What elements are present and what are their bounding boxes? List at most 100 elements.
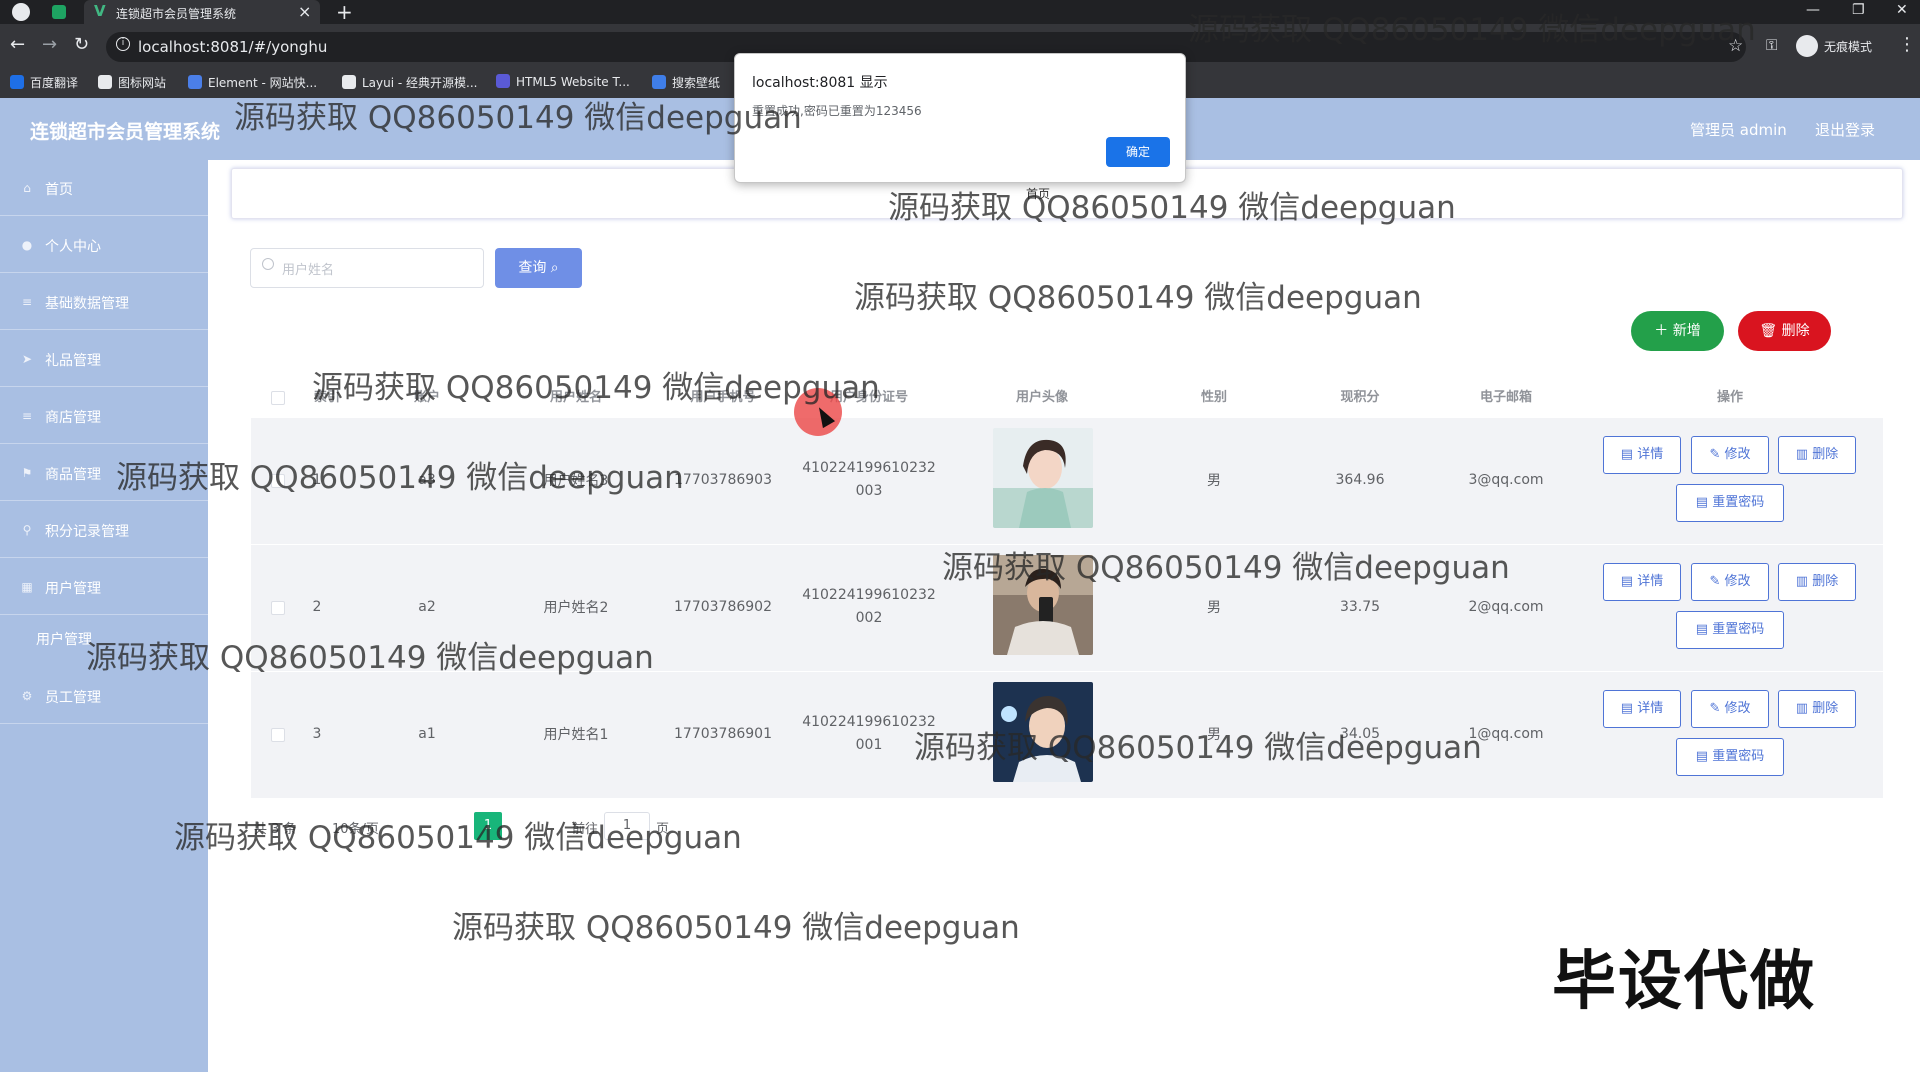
- sidebar-subitem-users[interactable]: 用户管理: [36, 629, 92, 649]
- cell-gender: 男: [1207, 600, 1221, 616]
- sidebar-item-label: 用户管理: [45, 581, 101, 597]
- column-header: 性别: [1200, 390, 1228, 405]
- bookmark-favicon-icon: [10, 75, 24, 89]
- cell-name: 用户姓名1: [543, 727, 609, 743]
- cell-gender: 男: [1207, 473, 1221, 489]
- reload-icon[interactable]: ↻: [74, 34, 89, 55]
- tab-close-icon[interactable]: ×: [298, 2, 311, 21]
- minimize-icon[interactable]: —: [1806, 2, 1820, 18]
- restore-icon[interactable]: ❐: [1852, 2, 1865, 18]
- incognito-label: 无痕模式: [1824, 40, 1873, 54]
- select-all-checkbox[interactable]: [271, 391, 285, 405]
- delete-button[interactable]: ▥ 删除: [1778, 690, 1856, 728]
- window-close-icon[interactable]: ✕: [1896, 2, 1908, 18]
- detail-button[interactable]: ▤ 详情: [1603, 563, 1681, 601]
- bookmark-favicon-icon: [98, 75, 112, 89]
- url-text[interactable]: localhost:8081/#/yonghu: [138, 38, 327, 56]
- sidebar-item-label: 基础数据管理: [45, 296, 129, 312]
- edit-button[interactable]: ✎ 修改: [1691, 690, 1769, 728]
- column-header: 电子邮箱: [1479, 390, 1533, 405]
- reset-password-button[interactable]: ▤ 重置密码: [1676, 611, 1784, 649]
- document-icon: ▤: [1620, 701, 1634, 716]
- batch-delete-button[interactable]: 🗑 删除: [1738, 311, 1831, 351]
- sidebar-item-users[interactable]: ▦ 用户管理: [0, 559, 208, 615]
- browser-app-icon[interactable]: [12, 3, 30, 21]
- cell-email: 2@qq.com: [1468, 599, 1544, 615]
- query-button[interactable]: 查询 ⌕: [495, 248, 582, 288]
- column-header: 用户头像: [1015, 390, 1069, 405]
- sidebar-item-label: 商品管理: [45, 467, 101, 483]
- watermark: 源码获取 QQ86050149 微信deepguan: [452, 910, 1020, 946]
- cell-account: a2: [418, 599, 436, 615]
- bookmark-favicon-icon: [496, 74, 510, 88]
- cell-index: 2: [312, 599, 322, 615]
- detail-button[interactable]: ▤ 详情: [1603, 690, 1681, 728]
- incognito-icon[interactable]: [1796, 35, 1818, 57]
- alert-title: localhost:8081 显示: [752, 75, 888, 91]
- sidebar-item-profile[interactable]: ● 个人中心: [0, 217, 208, 273]
- new-tab-icon[interactable]: +: [336, 0, 353, 24]
- watermark: 源码获取 QQ86050149 微信deepguan: [116, 460, 684, 496]
- sidebar-item-label: 积分记录管理: [45, 524, 129, 540]
- sidebar-item-label: 员工管理: [45, 690, 101, 706]
- logout-link[interactable]: 退出登录: [1815, 119, 1875, 140]
- settings-icon: ⚙: [21, 689, 33, 703]
- add-button[interactable]: ＋ 新增: [1631, 311, 1724, 351]
- watermark: 源码获取 QQ86050149 微信deepguan: [234, 100, 802, 136]
- bookmark-item[interactable]: 搜索壁纸: [652, 74, 720, 91]
- sidebar-item-points[interactable]: ⚲ 积分记录管理: [0, 502, 208, 558]
- trash-icon: ▥: [1795, 574, 1809, 589]
- pencil-icon: ✎: [1709, 574, 1721, 589]
- document-icon: ▤: [1695, 622, 1709, 637]
- delete-button[interactable]: ▥ 删除: [1778, 563, 1856, 601]
- pin-icon: ⚲: [22, 523, 32, 537]
- row-checkbox[interactable]: [271, 601, 285, 615]
- grid-icon: ▦: [21, 580, 33, 594]
- row-checkbox[interactable]: [271, 728, 285, 742]
- sidebar-item-home[interactable]: ⌂ 首页: [0, 160, 208, 216]
- detail-button[interactable]: ▤ 详情: [1603, 436, 1681, 474]
- document-icon: ▤: [1620, 574, 1634, 589]
- bookmark-item[interactable]: Layui - 经典开源模...: [342, 74, 477, 91]
- column-header: 现积分: [1340, 390, 1380, 405]
- delete-button[interactable]: ▥ 删除: [1778, 436, 1856, 474]
- sidebar-item-label: 礼品管理: [45, 353, 101, 369]
- watermark: 源码获取 QQ86050149 微信deepguan: [174, 820, 742, 856]
- bookmark-item[interactable]: 百度翻译: [10, 74, 78, 91]
- watermark: 源码获取 QQ86050149 微信deepguan: [1188, 12, 1756, 48]
- bookmark-item[interactable]: 图标网站: [98, 74, 166, 91]
- watermark: 源码获取 QQ86050149 微信deepguan: [86, 640, 654, 676]
- sidebar-item-gifts[interactable]: ➤ 礼品管理: [0, 331, 208, 387]
- site-info-icon[interactable]: i: [116, 37, 130, 51]
- delete-button-label: 删除: [1781, 323, 1810, 339]
- edit-button[interactable]: ✎ 修改: [1691, 563, 1769, 601]
- browser-menu-icon[interactable]: ⋮: [1898, 34, 1916, 55]
- bookmark-item[interactable]: Element - 网站快...: [188, 74, 317, 91]
- idcard-line: 410224199610232: [802, 460, 936, 476]
- sidebar-item-base-data[interactable]: ≡ 基础数据管理: [0, 274, 208, 330]
- sidebar-item-stores[interactable]: ≡ 商店管理: [0, 388, 208, 444]
- cell-account: a1: [418, 726, 436, 742]
- trash-icon: 🗑: [1759, 323, 1778, 339]
- bookmark-favicon-icon: [652, 75, 666, 89]
- back-icon[interactable]: ←: [10, 34, 25, 55]
- pencil-icon: ✎: [1709, 701, 1721, 716]
- idcard-line: 001: [855, 737, 883, 753]
- user-icon: ●: [21, 238, 33, 252]
- trash-icon: ▥: [1795, 701, 1809, 716]
- watermark: 源码获取 QQ86050149 微信deepguan: [888, 190, 1456, 226]
- alert-ok-button[interactable]: 确定: [1106, 137, 1170, 167]
- reset-password-button[interactable]: ▤ 重置密码: [1676, 484, 1784, 522]
- password-key-icon[interactable]: ⚿: [1766, 36, 1777, 54]
- idcard-line: 003: [855, 483, 883, 499]
- home-icon: ⌂: [23, 181, 31, 195]
- reset-password-button[interactable]: ▤ 重置密码: [1676, 738, 1784, 776]
- tab-title: 连锁超市会员管理系统: [116, 7, 237, 21]
- idcard-line: 002: [855, 610, 883, 626]
- forward-icon[interactable]: →: [42, 34, 57, 55]
- sidebar-item-label: 商店管理: [45, 410, 101, 426]
- pinned-tab-icon[interactable]: [52, 5, 66, 19]
- edit-button[interactable]: ✎ 修改: [1691, 436, 1769, 474]
- sidebar: ⌂ 首页 ● 个人中心 ≡ 基础数据管理 ➤ 礼品管理 ≡ 商店管理 ⚑ 商品管…: [0, 160, 208, 1072]
- bookmark-item[interactable]: HTML5 Website T...: [496, 74, 630, 89]
